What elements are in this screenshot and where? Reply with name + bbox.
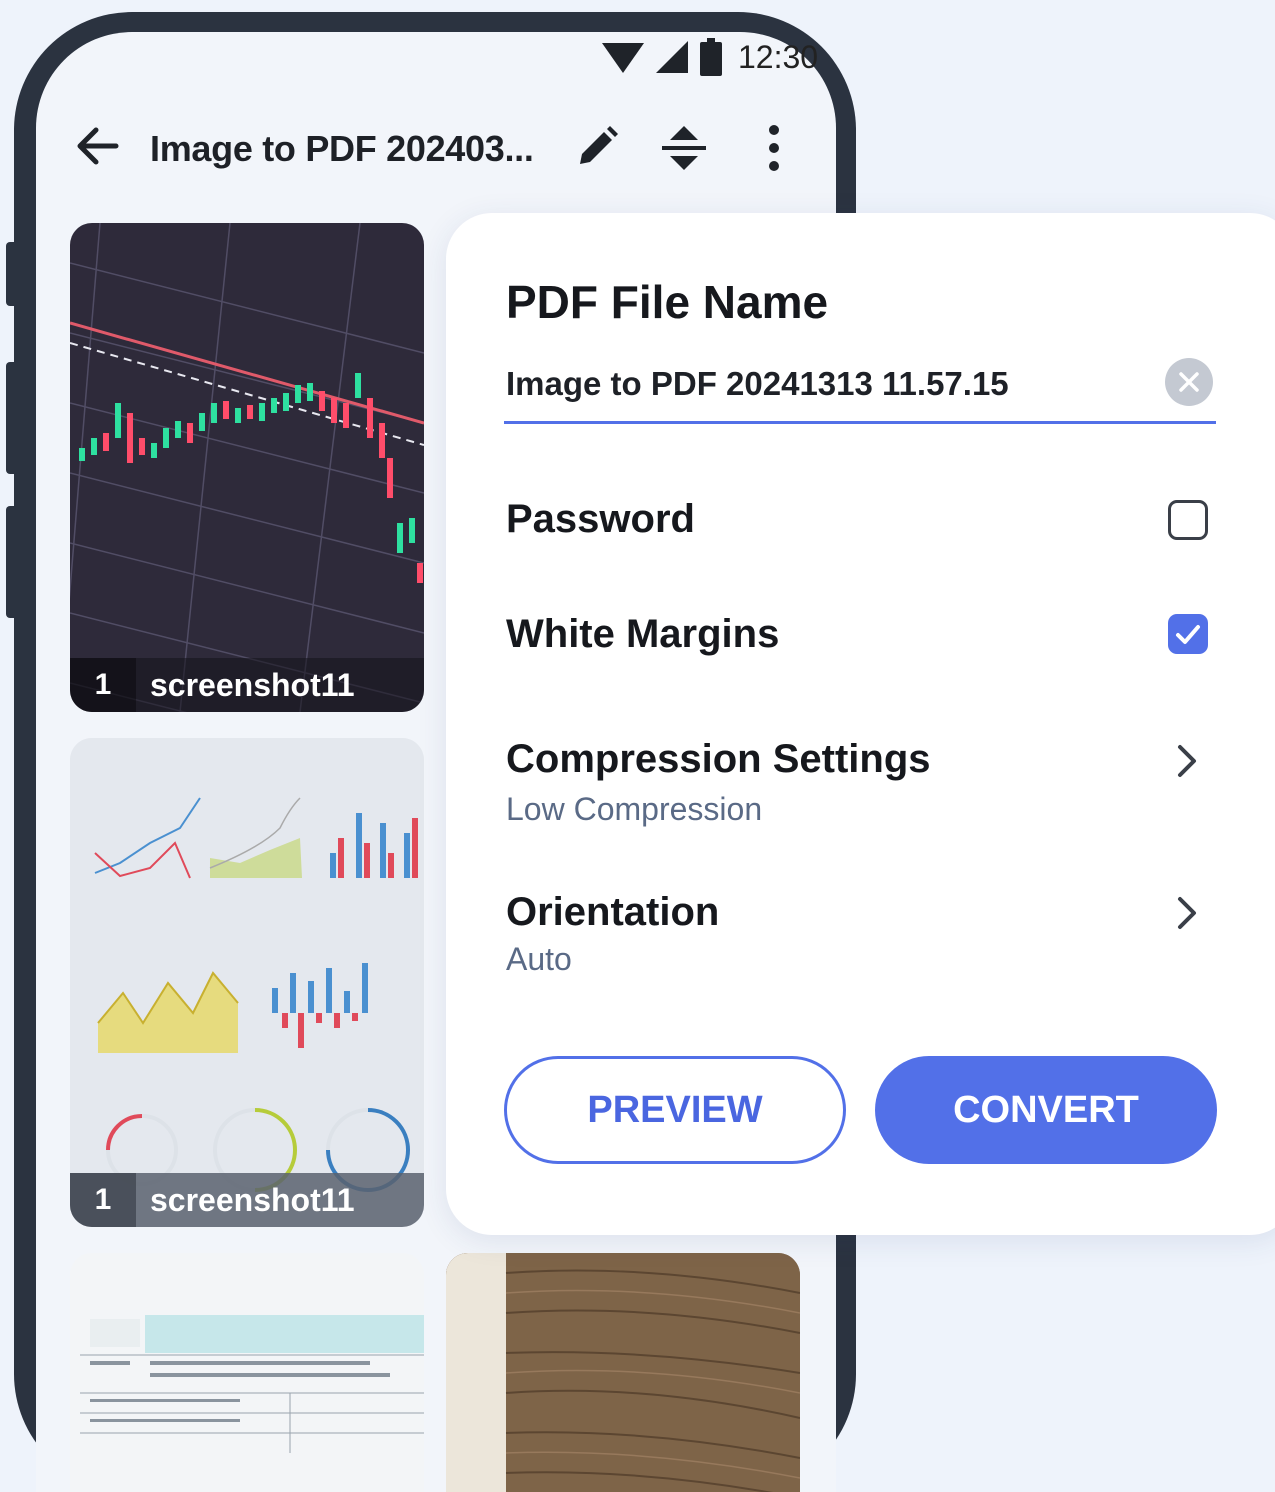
- orientation-label[interactable]: Orientation: [506, 890, 719, 935]
- page-thumbnail-4[interactable]: [446, 1253, 800, 1492]
- chevron-right-icon[interactable]: [1174, 743, 1200, 779]
- clear-input-button[interactable]: [1165, 358, 1213, 406]
- password-checkbox[interactable]: [1168, 500, 1208, 540]
- status-clock: 12:30: [738, 38, 819, 75]
- page-name: screenshot11: [150, 1181, 355, 1218]
- chevron-right-icon[interactable]: [1174, 895, 1200, 931]
- page-thumbnail-2[interactable]: 1 screenshot11: [70, 738, 424, 1227]
- thumbnail-caption: 1 screenshot11: [70, 1173, 424, 1227]
- app-toolbar: Image to PDF 202403...: [36, 118, 836, 182]
- wood-book-photo: [446, 1253, 800, 1492]
- wifi-icon: [602, 43, 644, 73]
- phone-volume-up-button: [6, 362, 18, 474]
- page-thumbnail-3[interactable]: [70, 1253, 424, 1492]
- checkmark-icon: [1176, 625, 1200, 644]
- close-icon: [1179, 372, 1199, 392]
- pdf-settings-dialog: PDF File Name Image to PDF 20241313 11.5…: [446, 213, 1275, 1235]
- phone-volume-down-button: [6, 506, 18, 618]
- convert-button[interactable]: CONVERT: [875, 1056, 1217, 1164]
- compression-settings-label[interactable]: Compression Settings: [506, 737, 931, 782]
- thumbnail-caption: 1 screenshot11: [70, 658, 424, 712]
- pencil-icon[interactable]: [574, 124, 620, 170]
- orientation-value: Auto: [506, 941, 572, 977]
- preview-button[interactable]: PREVIEW: [504, 1056, 846, 1164]
- file-name-input[interactable]: Image to PDF 20241313 11.57.15: [506, 365, 1009, 403]
- white-margins-label: White Margins: [506, 612, 780, 656]
- battery-icon: [700, 38, 722, 76]
- status-bar: 12:30: [600, 38, 818, 76]
- input-underline: [504, 421, 1216, 424]
- dialog-title: PDF File Name: [506, 276, 829, 328]
- more-vert-icon[interactable]: [764, 124, 784, 172]
- document-title: Image to PDF 202403...: [150, 128, 534, 169]
- tax-form-image: [70, 1253, 424, 1492]
- compression-settings-value: Low Compression: [506, 791, 763, 827]
- back-arrow-icon[interactable]: [76, 124, 120, 168]
- sort-icon[interactable]: [660, 124, 708, 172]
- password-label: Password: [506, 497, 695, 541]
- charts-screenshot-image: [70, 738, 424, 1227]
- phone-side-button: [6, 242, 18, 306]
- page-name: screenshot11: [150, 666, 355, 703]
- page-number: 1: [70, 1173, 136, 1227]
- candlestick-photo: [70, 223, 424, 712]
- page-number: 1: [70, 658, 136, 712]
- page-thumbnail-1[interactable]: 1 screenshot11: [70, 223, 424, 712]
- white-margins-checkbox[interactable]: [1168, 614, 1208, 654]
- cell-signal-icon: [656, 41, 688, 73]
